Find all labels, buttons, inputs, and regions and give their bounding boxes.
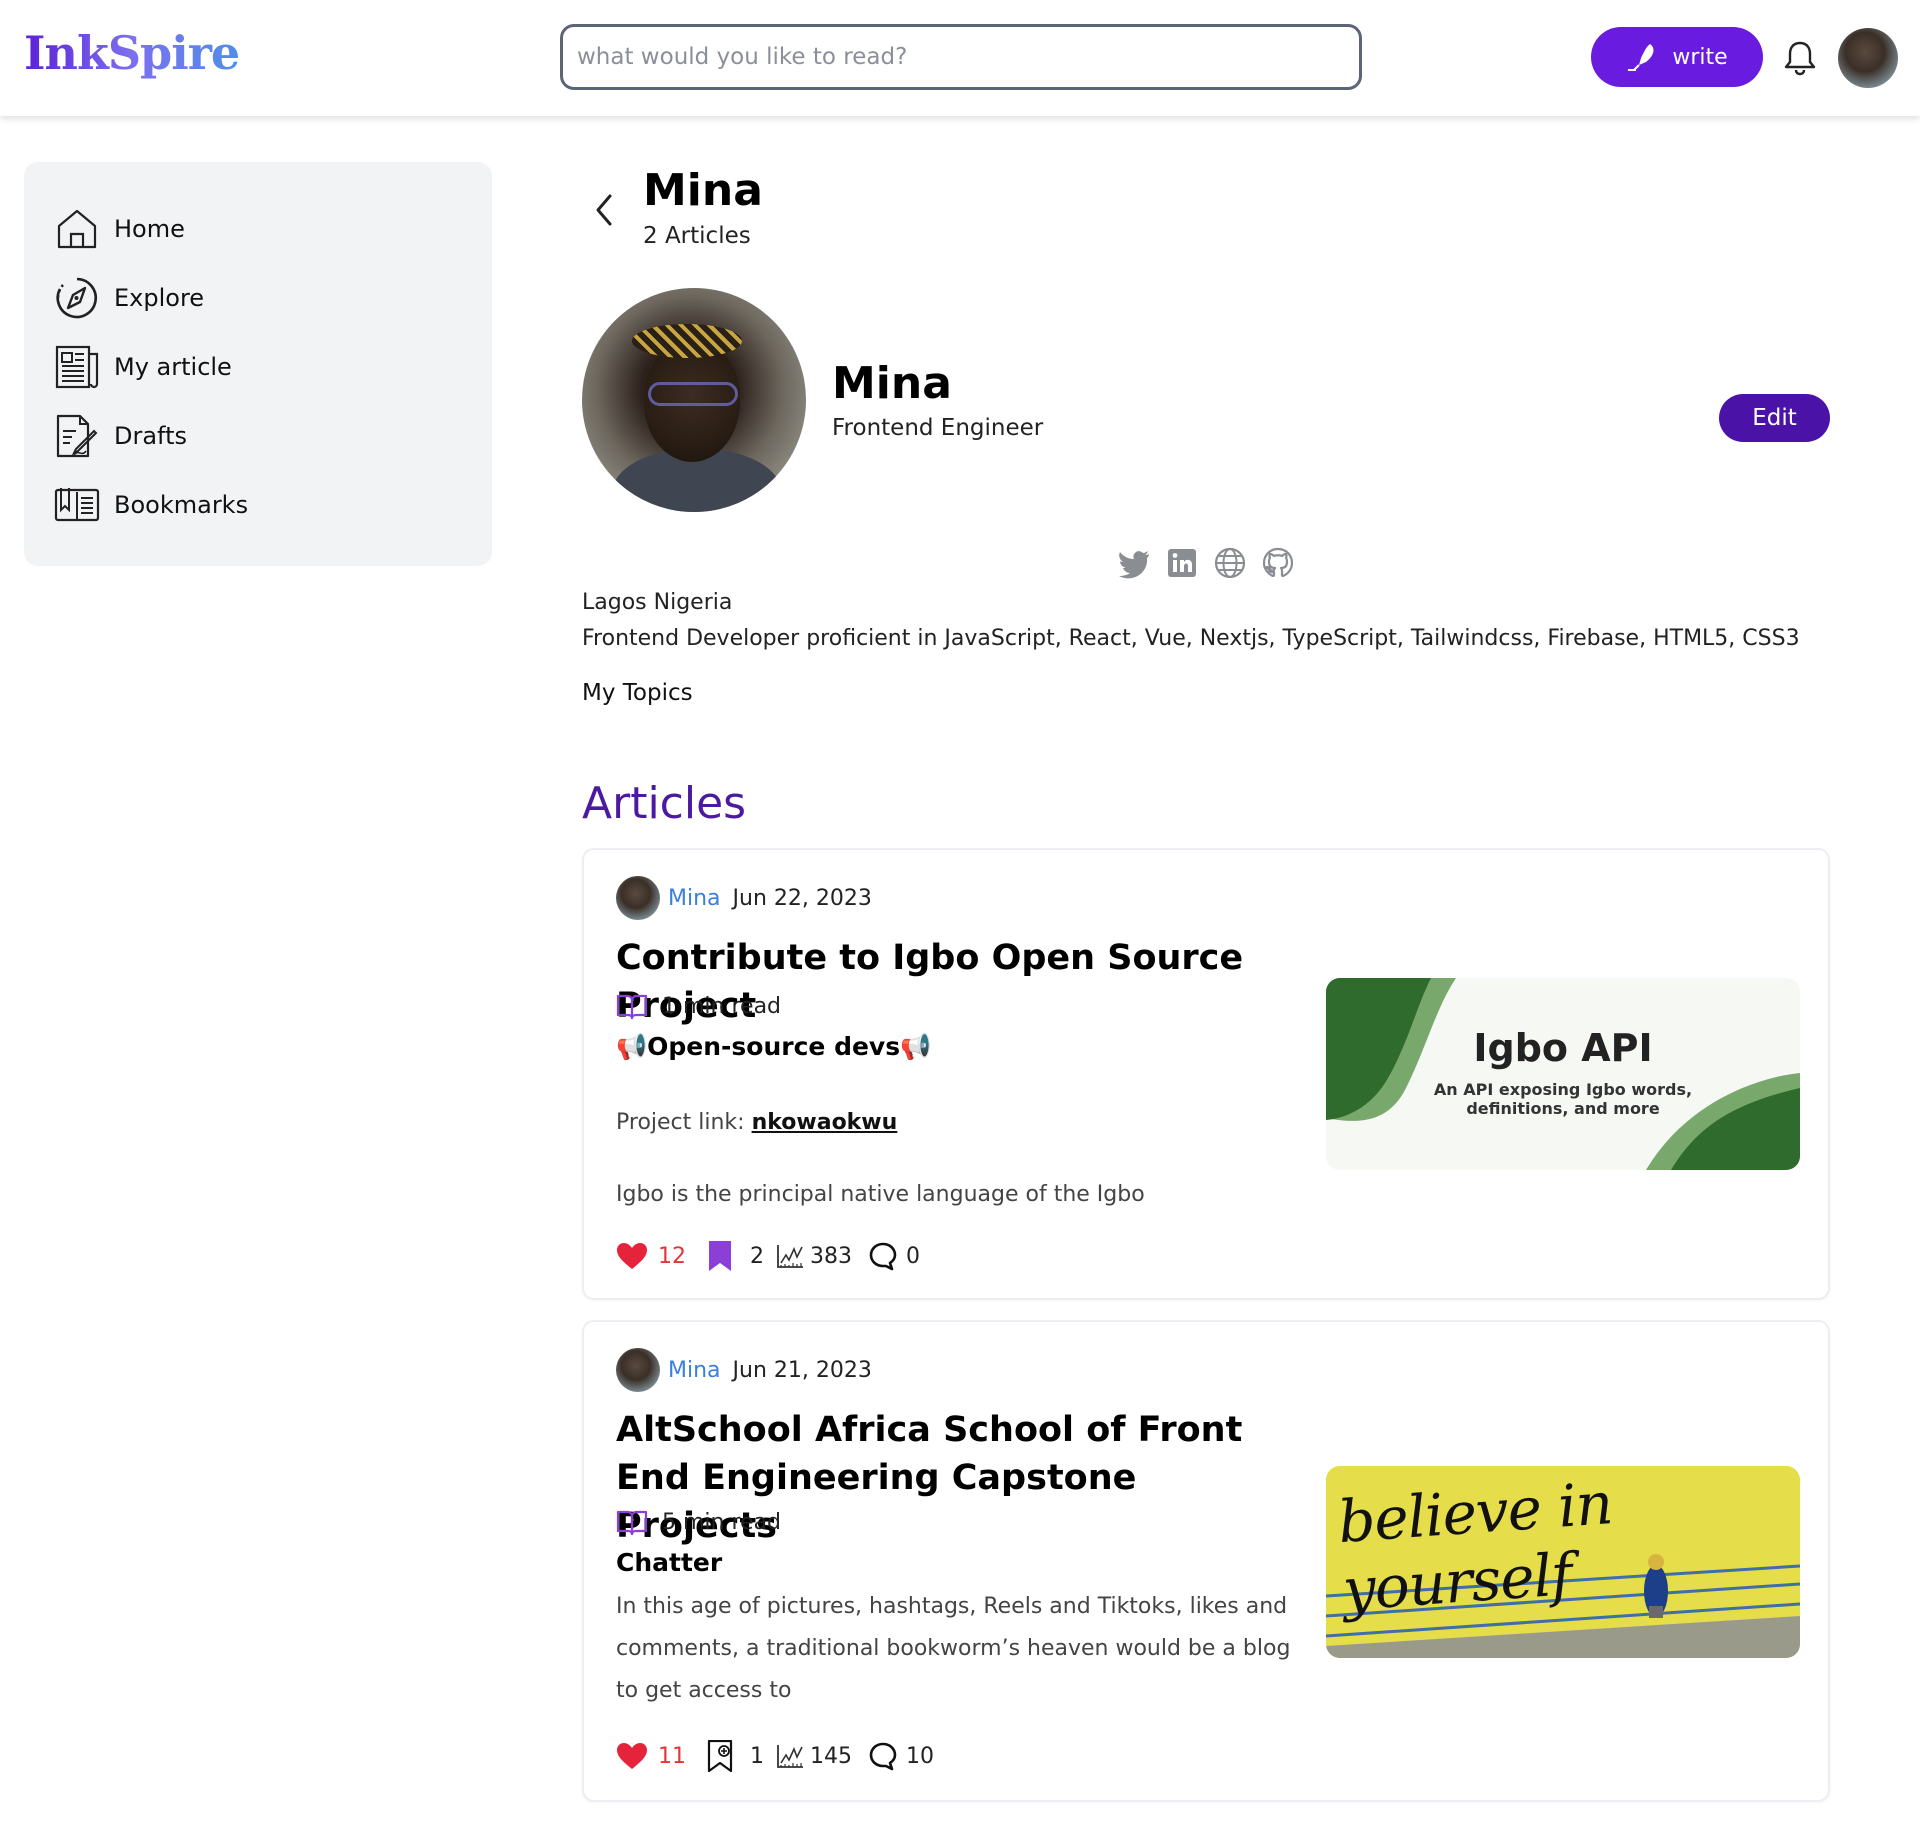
drafts-icon xyxy=(56,414,98,457)
articles-heading: Articles xyxy=(582,778,747,829)
author-link[interactable]: Mina xyxy=(668,1358,721,1383)
profile-bio: Frontend Developer proficient in JavaScr… xyxy=(582,626,1800,651)
social-links xyxy=(1117,546,1295,580)
heart-icon[interactable] xyxy=(616,1242,648,1270)
article-link-line: Project link: nkowaokwu xyxy=(616,1102,1316,1144)
like-count: 12 xyxy=(658,1243,686,1269)
link-prefix: Project link: xyxy=(616,1110,752,1135)
author-avatar[interactable] xyxy=(616,876,660,920)
bookmarks-icon xyxy=(54,487,100,521)
feather-pen-icon xyxy=(1628,44,1654,71)
bookmark-count: 2 xyxy=(750,1243,764,1269)
profile-name: Mina xyxy=(832,358,952,409)
sidebar-item-label: Bookmarks xyxy=(114,490,249,519)
sidebar-item-label: My article xyxy=(114,352,232,381)
article-stats: 11 1 145 10 xyxy=(616,1740,946,1772)
comment-count: 10 xyxy=(906,1743,934,1769)
sidebar-item-drafts[interactable]: Drafts xyxy=(24,401,492,470)
author-avatar[interactable] xyxy=(616,1348,660,1392)
thumbnail-title: Igbo API xyxy=(1473,1026,1653,1070)
article-card[interactable]: Mina Jun 22, 2023 Contribute to Igbo Ope… xyxy=(582,848,1830,1300)
comment-count: 0 xyxy=(906,1243,920,1269)
write-label: write xyxy=(1672,44,1728,70)
profile-photo xyxy=(582,288,806,512)
article-meta: Mina Jun 22, 2023 xyxy=(616,876,872,920)
bookmark-filled-icon[interactable] xyxy=(706,1240,734,1272)
home-icon xyxy=(57,209,97,248)
bookmark-add-icon[interactable] xyxy=(706,1740,734,1772)
comment-icon[interactable] xyxy=(868,1241,898,1271)
thumbnail-leaf-shapes xyxy=(1326,978,1800,1170)
top-header: InkSpire write xyxy=(0,0,1920,116)
newspaper-icon xyxy=(55,345,99,388)
globe-icon[interactable] xyxy=(1213,546,1247,580)
article-date: Jun 21, 2023 xyxy=(732,1357,872,1383)
article-subheading: Chatter xyxy=(616,1548,723,1577)
bookmark-count: 1 xyxy=(750,1743,764,1769)
sidebar-item-home[interactable]: Home xyxy=(24,194,492,263)
search-box[interactable] xyxy=(560,24,1362,90)
heart-icon[interactable] xyxy=(616,1742,648,1770)
compass-icon xyxy=(56,277,97,318)
page-title: Mina xyxy=(643,165,763,216)
open-book-icon xyxy=(616,1510,648,1536)
profile-location: Lagos Nigeria xyxy=(582,590,733,615)
view-count: 145 xyxy=(810,1743,852,1769)
article-count: 2 Articles xyxy=(643,223,751,249)
article-date: Jun 22, 2023 xyxy=(732,885,872,911)
read-time: 5 min read xyxy=(616,1508,781,1536)
read-time-label: 5 min read xyxy=(662,1509,782,1535)
article-subheading: 📢Open-source devs📢 xyxy=(616,1032,932,1061)
article-excerpt: Igbo is the principal native language of… xyxy=(616,1182,1145,1207)
profile-role: Frontend Engineer xyxy=(832,415,1044,441)
article-thumbnail[interactable]: believe in yourself xyxy=(1326,1466,1800,1658)
project-link[interactable]: nkowaokwu xyxy=(752,1110,898,1135)
linkedin-icon[interactable] xyxy=(1165,546,1199,580)
sidebar-item-explore[interactable]: Explore xyxy=(24,263,492,332)
article-stats: 12 2 383 0 xyxy=(616,1240,932,1272)
twitter-icon[interactable] xyxy=(1117,546,1151,580)
open-book-icon xyxy=(616,994,648,1020)
read-time: 1 min read xyxy=(616,992,781,1020)
article-card[interactable]: Mina Jun 21, 2023 AltSchool Africa Schoo… xyxy=(582,1320,1830,1802)
write-button[interactable]: write xyxy=(1591,27,1763,87)
article-thumbnail[interactable]: Igbo API An API exposing Igbo words, def… xyxy=(1326,978,1800,1170)
sidebar-item-label: Drafts xyxy=(114,421,187,450)
my-topics-label: My Topics xyxy=(582,680,693,706)
user-avatar[interactable] xyxy=(1838,28,1898,88)
bell-icon[interactable] xyxy=(1780,38,1820,78)
sidebar-item-bookmarks[interactable]: Bookmarks xyxy=(24,470,492,539)
analytics-icon xyxy=(777,1745,803,1768)
article-meta: Mina Jun 21, 2023 xyxy=(616,1348,872,1392)
analytics-icon xyxy=(777,1245,803,1268)
read-time-label: 1 min read xyxy=(662,993,782,1019)
github-icon[interactable] xyxy=(1261,546,1295,580)
search-input[interactable] xyxy=(563,27,1359,87)
sidebar-item-my-article[interactable]: My article xyxy=(24,332,492,401)
sidebar-nav: Home Explore My article Drafts Bookmarks xyxy=(24,162,492,566)
like-count: 11 xyxy=(658,1743,686,1769)
edit-profile-button[interactable]: Edit xyxy=(1719,394,1830,442)
thumbnail-subtitle: An API exposing Igbo words, definitions,… xyxy=(1433,1080,1693,1118)
view-count: 383 xyxy=(810,1243,852,1269)
comment-icon[interactable] xyxy=(868,1741,898,1771)
app-logo[interactable]: InkSpire xyxy=(24,26,240,80)
back-arrow-icon[interactable] xyxy=(590,192,620,228)
article-excerpt: In this age of pictures, hashtags, Reels… xyxy=(616,1594,1291,1703)
author-link[interactable]: Mina xyxy=(668,886,721,911)
sidebar-item-label: Home xyxy=(114,214,185,243)
sidebar-item-label: Explore xyxy=(114,283,205,312)
